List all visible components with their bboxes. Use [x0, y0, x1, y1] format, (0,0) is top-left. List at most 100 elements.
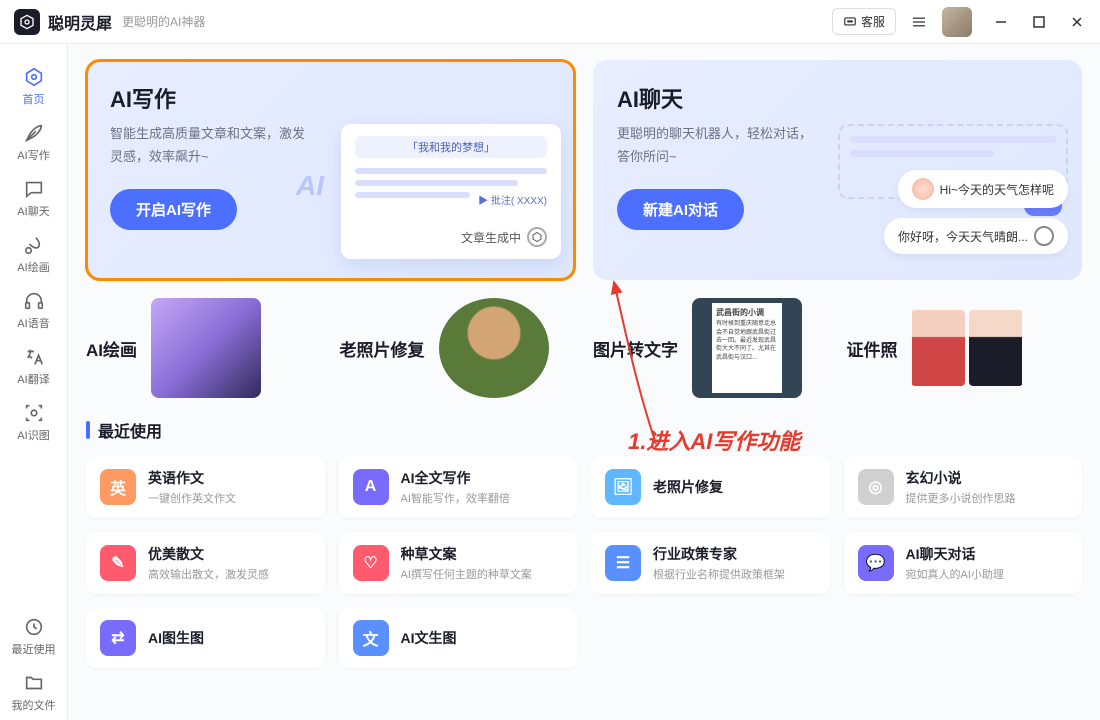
main-content: AI写作 智能生成高质量文章和文案，激发灵感，效率飙升~ 开启AI写作 AI 「…	[68, 44, 1100, 720]
nav-chat[interactable]: AI聊天	[6, 170, 62, 226]
tile-icon: ◎	[858, 469, 894, 505]
thumbnail-image	[151, 298, 261, 398]
tile-title: AI文生图	[401, 628, 457, 648]
app-name: 聪明灵犀	[48, 10, 112, 34]
tile-icon: 英	[100, 469, 136, 505]
nav-recent[interactable]: 最近使用	[6, 608, 62, 664]
tile-title: 优美散文	[148, 544, 269, 564]
tile-icon: 🖼	[605, 469, 641, 505]
ai-badge: AI	[296, 170, 324, 202]
nav-files[interactable]: 我的文件	[6, 664, 62, 720]
recent-tile[interactable]: A AI全文写作 AI智能写作，效率翻倍	[339, 456, 578, 518]
tile-title: AI聊天对话	[906, 544, 1004, 564]
thumbnail-image	[912, 298, 1022, 398]
recent-tile[interactable]: ☰ 行业政策专家 根据行业名称提供政策框架	[591, 532, 830, 594]
hero-desc: 智能生成高质量文章和文案，激发灵感，效率飙升~	[110, 122, 310, 169]
minimize-icon[interactable]	[992, 13, 1010, 31]
card-title: 图片转文字	[593, 336, 678, 361]
doc-title: 武昌街的小调	[716, 307, 778, 318]
start-ai-write-button[interactable]: 开启AI写作	[110, 189, 237, 230]
tile-title: 行业政策专家	[653, 544, 785, 564]
feature-img-to-text[interactable]: 图片转文字 武昌街的小调有时候到重庆随意走总会不自觉地跟武昌街过去一回。最近发现…	[593, 298, 829, 398]
hero-ai-write[interactable]: AI写作 智能生成高质量文章和文案，激发灵感，效率飙升~ 开启AI写作 AI 「…	[86, 60, 575, 280]
user-avatar[interactable]	[942, 7, 972, 37]
hex-icon	[23, 66, 45, 88]
hex-icon	[527, 227, 547, 247]
close-icon[interactable]	[1068, 13, 1086, 31]
hero-desc: 更聪明的聊天机器人，轻松对话，答你所问~	[617, 122, 817, 169]
sidebar: 首页 AI写作 AI聊天 AI绘画 AI语音 AI翻译 AI识图 最	[0, 44, 68, 720]
feature-photo-restore[interactable]: 老照片修复	[340, 298, 576, 398]
chat-bubble: 你好呀，今天天气晴朗...	[884, 218, 1068, 254]
nav-label: 首页	[23, 91, 45, 107]
nav-translate[interactable]: AI翻译	[6, 338, 62, 394]
tile-sub: AI撰写任何主题的种草文案	[401, 566, 532, 582]
hero-ai-chat[interactable]: AI聊天 更聪明的聊天机器人，轻松对话，答你所问~ 新建AI对话 Hi~今天的天…	[593, 60, 1082, 280]
recent-tile[interactable]: ✎ 优美散文 高效输出散文，激发灵感	[86, 532, 325, 594]
nav-draw[interactable]: AI绘画	[6, 226, 62, 282]
tile-sub: AI智能写作，效率翻倍	[401, 490, 510, 506]
feature-id-photo[interactable]: 证件照	[847, 298, 1083, 398]
customer-service-label: 客服	[861, 13, 885, 30]
tile-icon: ⇄	[100, 620, 136, 656]
recent-tile[interactable]: 💬 AI聊天对话 宛如真人的AI小助理	[844, 532, 1083, 594]
nav-home[interactable]: 首页	[6, 58, 62, 114]
bubble-text: 你好呀，今天天气晴朗...	[898, 228, 1028, 245]
recent-tile[interactable]: ⇄ AI图生图	[86, 608, 325, 668]
card-title: 证件照	[847, 336, 898, 361]
recent-grid: 英 英语作文 一键创作英文作文A AI全文写作 AI智能写作，效率翻倍🖼 老照片…	[86, 456, 1082, 668]
chat-icon	[23, 178, 45, 200]
recent-tile[interactable]: 🖼 老照片修复	[591, 456, 830, 518]
recent-tile[interactable]: 英 英语作文 一键创作英文作文	[86, 456, 325, 518]
nav-ocr[interactable]: AI识图	[6, 394, 62, 450]
feature-ai-draw[interactable]: AI绘画	[86, 298, 322, 398]
translate-icon	[23, 346, 45, 368]
tile-icon: ♡	[353, 545, 389, 581]
maximize-icon[interactable]	[1030, 13, 1048, 31]
tile-icon: A	[353, 469, 389, 505]
recent-tile[interactable]: 文 AI文生图	[339, 608, 578, 668]
tile-title: 种草文案	[401, 544, 532, 564]
nav-label: AI翻译	[17, 371, 49, 387]
nav-write[interactable]: AI写作	[6, 114, 62, 170]
preview-heading: 「我和我的梦想」	[355, 136, 547, 158]
thumbnail-image: 武昌街的小调有时候到重庆随意走总会不自觉地跟武昌街过去一回。最近发现武昌街大大不…	[692, 298, 802, 398]
card-title: 老照片修复	[340, 336, 425, 361]
tile-sub: 一键创作英文作文	[148, 490, 236, 506]
headphone-icon	[23, 290, 45, 312]
tile-title: AI全文写作	[401, 468, 510, 488]
hero-title: AI聊天	[617, 82, 1062, 114]
hero-title: AI写作	[110, 82, 555, 114]
tile-title: 玄幻小说	[906, 468, 1016, 488]
new-ai-chat-button[interactable]: 新建AI对话	[617, 189, 744, 230]
tile-icon: ☰	[605, 545, 641, 581]
tile-sub: 高效输出散文，激发灵感	[148, 566, 269, 582]
write-preview-card: 「我和我的梦想」 ▶ 批注( XXXX) 文章生成中	[341, 124, 561, 259]
hex-icon	[1034, 226, 1054, 246]
app-tagline: 更聪明的AI神器	[122, 13, 205, 30]
card-title: AI绘画	[86, 336, 137, 361]
titlebar: 聪明灵犀 更聪明的AI神器 客服	[0, 0, 1100, 44]
customer-service-button[interactable]: 客服	[832, 8, 896, 35]
nav-label: AI语音	[17, 315, 49, 331]
chat-icon	[843, 15, 857, 29]
thumbnail-image	[439, 298, 549, 398]
tile-title: 英语作文	[148, 468, 236, 488]
recent-tile[interactable]: ◎ 玄幻小说 提供更多小说创作思路	[844, 456, 1083, 518]
preview-mark: ▶ 批注( XXXX)	[478, 192, 547, 207]
recent-tile[interactable]: ♡ 种草文案 AI撰写任何主题的种草文案	[339, 532, 578, 594]
tile-title: 老照片修复	[653, 477, 723, 497]
brush-icon	[23, 234, 45, 256]
bubble-text: Hi~今天的天气怎样呢	[940, 181, 1054, 198]
nav-voice[interactable]: AI语音	[6, 282, 62, 338]
preview-status: 文章生成中	[461, 229, 521, 246]
section-recent-head: 最近使用	[86, 418, 1082, 442]
doc-body: 有时候到重庆随意走总会不自觉地跟武昌街过去一回。最近发现武昌街大大不同了。尤其在…	[716, 321, 776, 361]
chat-bubble: Hi~今天的天气怎样呢	[898, 170, 1068, 208]
app-logo-icon	[14, 9, 40, 35]
tile-icon: ✎	[100, 545, 136, 581]
menu-icon[interactable]	[910, 13, 928, 31]
tile-title: AI图生图	[148, 628, 204, 648]
tile-sub: 提供更多小说创作思路	[906, 490, 1016, 506]
nav-label: AI绘画	[17, 259, 49, 275]
